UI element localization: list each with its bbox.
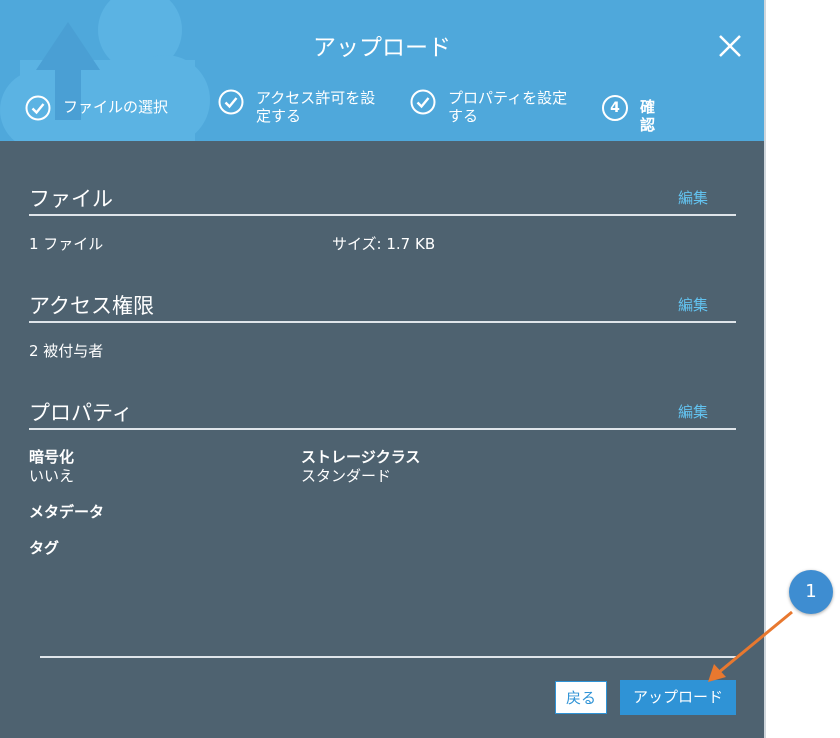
annotation-arrow [708,610,793,682]
annotation-badge: 1 [789,570,833,614]
